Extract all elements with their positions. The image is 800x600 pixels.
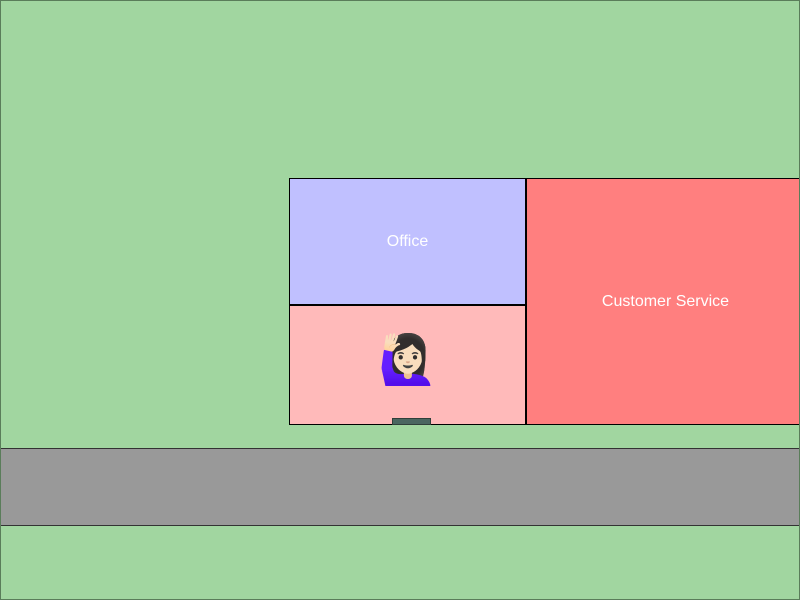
- room-customer-service-label: Customer Service: [601, 292, 730, 310]
- road: [1, 448, 799, 526]
- woman-raising-hand-icon[interactable]: 🙋🏻‍♀️: [378, 331, 438, 389]
- room-office[interactable]: Office: [289, 178, 526, 306]
- game-scene: Office Customer Service 🙋🏻‍♀️: [0, 0, 800, 600]
- room-office-label: Office: [386, 232, 429, 250]
- door[interactable]: [392, 418, 431, 425]
- room-customer-service[interactable]: Customer Service: [525, 178, 799, 425]
